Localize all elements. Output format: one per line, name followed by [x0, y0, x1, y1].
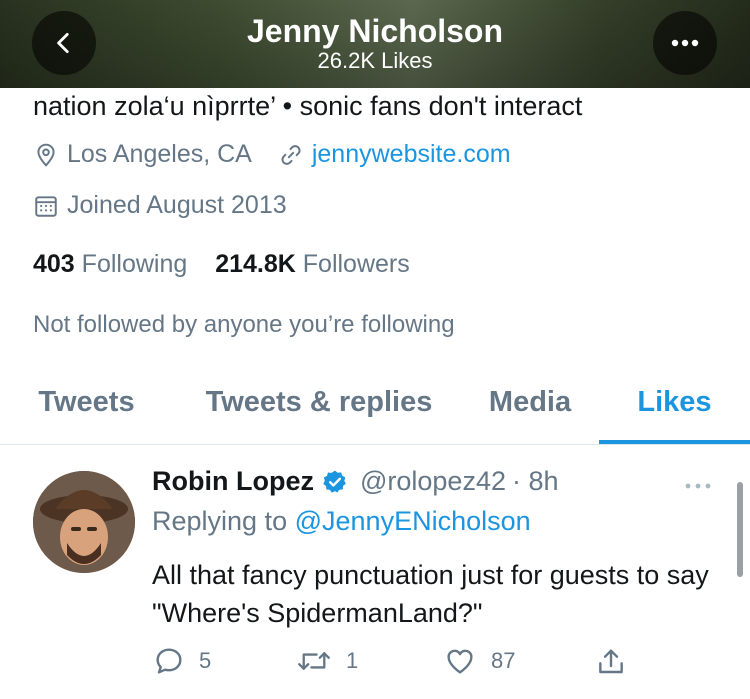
reply-count: 5	[199, 648, 212, 673]
more-horizontal-icon	[671, 39, 699, 47]
likes-count-subtitle: 26.2K Likes	[317, 48, 433, 73]
profile-website-link[interactable]: jennywebsite.com	[312, 140, 511, 169]
reply-button[interactable]: 5	[153, 645, 211, 677]
profile-joined-row: Joined August 2013	[33, 191, 287, 220]
tweet-author-handle: @rolopez42	[359, 466, 506, 496]
tab-tweets[interactable]: Tweets	[20, 370, 153, 442]
reply-icon	[156, 648, 182, 674]
tab-media[interactable]: Media	[470, 370, 590, 442]
location-pin-icon	[37, 143, 55, 167]
profile-location: Los Angeles, CA	[67, 140, 252, 168]
tweet-text: All that fancy punctuation just for gues…	[152, 560, 709, 628]
avatar[interactable]	[33, 471, 135, 573]
share-icon	[599, 649, 623, 674]
followers-link[interactable]: 214.8K Followers	[215, 250, 410, 278]
retweet-count: 1	[346, 648, 359, 673]
profile-bio: nation zola‘u nìprrte’ • sonic fans don'…	[33, 91, 583, 121]
follow-counts: 403 Following 214.8K Followers	[33, 250, 410, 279]
like-button[interactable]: 87	[443, 645, 515, 677]
retweet-button[interactable]: 1	[296, 645, 358, 677]
replying-to-line: Replying to @JennyENicholson	[152, 506, 531, 537]
profile-name-title: Jenny Nicholson	[246, 13, 504, 49]
calendar-icon	[35, 195, 57, 217]
following-count: 403	[33, 250, 75, 278]
profile-tabs: Tweets Tweets & replies Media Likes	[0, 370, 750, 446]
header-title-block: Jenny Nicholson 26.2K Likes	[0, 12, 750, 74]
not-followed-notice: Not followed by anyone you’re following	[33, 311, 455, 338]
share-button[interactable]	[595, 645, 641, 679]
heart-icon	[447, 649, 473, 674]
retweet-icon	[298, 652, 330, 670]
tweet-more-icon[interactable]	[684, 470, 712, 496]
tabs-divider	[0, 444, 750, 445]
tab-likes[interactable]: Likes	[599, 370, 750, 442]
like-count: 87	[491, 648, 516, 673]
tweet-actions: 5 1 87	[0, 645, 750, 685]
link-icon	[281, 144, 301, 165]
tweet-timestamp: · 8h	[511, 466, 559, 496]
tweet-author-name[interactable]: Robin Lopez	[152, 466, 314, 497]
followers-label: Followers	[302, 250, 410, 278]
following-link[interactable]: 403 Following	[33, 250, 194, 278]
scrollbar[interactable]	[737, 482, 743, 577]
followers-count: 214.8K	[215, 250, 296, 278]
profile-meta-row: Los Angeles, CA jennywebsite.com	[33, 140, 511, 169]
replying-to-prefix: Replying to	[152, 506, 288, 536]
following-label: Following	[81, 250, 188, 278]
tab-tweets-replies[interactable]: Tweets & replies	[188, 370, 450, 442]
more-options-button[interactable]	[653, 11, 717, 75]
verified-badge-icon	[323, 470, 346, 493]
active-tab-indicator	[599, 440, 750, 444]
profile-joined-date: Joined August 2013	[67, 191, 287, 219]
avatar-image	[33, 471, 135, 573]
replying-to-mention[interactable]: @JennyENicholson	[295, 506, 531, 536]
tweet-author-row: Robin Lopez @rolopez42 · 8h	[152, 466, 559, 497]
